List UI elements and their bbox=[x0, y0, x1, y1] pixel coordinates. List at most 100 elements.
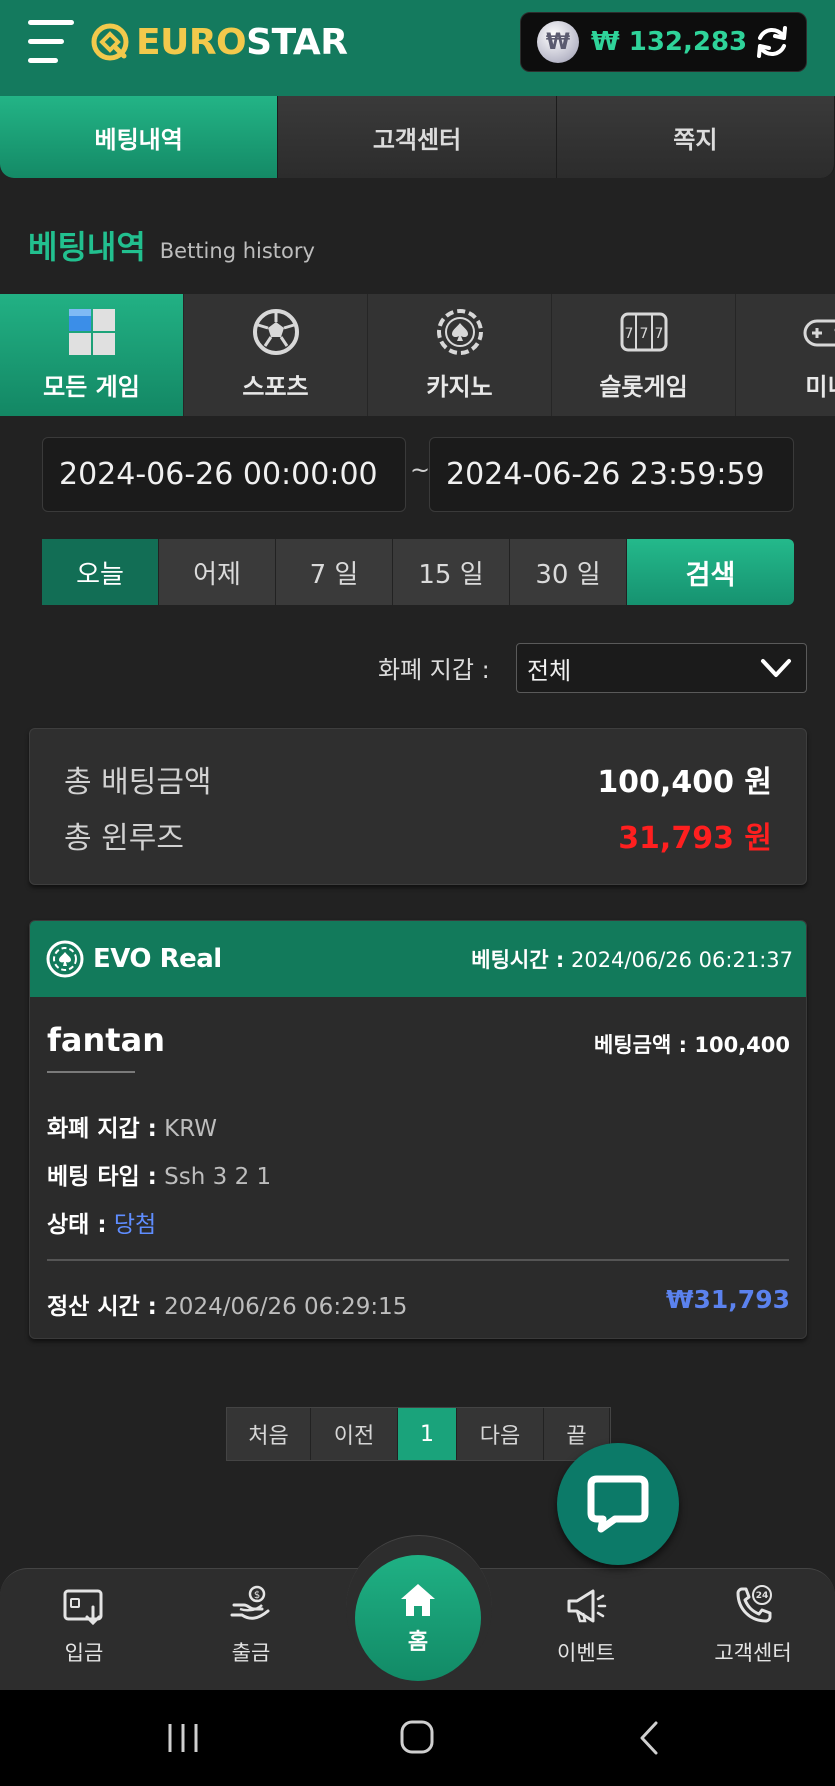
app-header: EUROSTAR ₩ ₩ 132,283 bbox=[0, 0, 835, 96]
nav-withdraw-label: 출금 bbox=[231, 1641, 271, 1665]
settle-time-value: 2024/06/26 06:29:15 bbox=[164, 1294, 408, 1320]
support-phone-icon: 24 bbox=[736, 1585, 772, 1623]
currency-select[interactable]: 전체 bbox=[516, 643, 807, 693]
payout-amount: ₩31,793 bbox=[665, 1285, 790, 1314]
chevron-down-icon bbox=[761, 659, 791, 677]
bet-amount: 베팅금액 : 100,400 bbox=[594, 1029, 790, 1059]
nav-withdraw[interactable]: $ 출금 bbox=[181, 1583, 321, 1673]
nav-deposit[interactable]: 입금 bbox=[14, 1583, 154, 1673]
total-bet-value: 100,400 원 bbox=[597, 765, 772, 800]
game-tab-slots[interactable]: 7 7 7 슬롯게임 bbox=[552, 294, 736, 416]
page-1-button[interactable]: 1 bbox=[398, 1408, 457, 1460]
date-from-input[interactable]: 2024-06-26 00:00:00 bbox=[42, 437, 406, 512]
eurostar-logo[interactable]: EUROSTAR bbox=[90, 18, 348, 66]
svg-text:7: 7 bbox=[654, 326, 663, 342]
date-to-input[interactable]: 2024-06-26 23:59:59 bbox=[429, 437, 794, 512]
game-name-underline bbox=[47, 1071, 135, 1073]
megaphone-icon bbox=[567, 1589, 607, 1623]
bet-game-name: fantan bbox=[47, 1021, 165, 1059]
page-title-en: Betting history bbox=[159, 239, 315, 263]
tab-customer-center[interactable]: 고객센터 bbox=[278, 96, 557, 178]
bet-currency-value: KRW bbox=[164, 1116, 218, 1142]
bet-provider: EVO Real bbox=[93, 944, 222, 974]
period-15days-button[interactable]: 15 일 bbox=[393, 539, 509, 605]
total-winloss-row: 총 윈루즈 31,793 원 bbox=[64, 813, 772, 857]
bet-time-value: 2024/06/26 06:21:37 bbox=[570, 948, 793, 972]
cubes-icon bbox=[68, 309, 115, 355]
tab-betting-history[interactable]: 베팅내역 bbox=[0, 96, 279, 178]
bet-type: 베팅 타입 : Ssh 3 2 1 bbox=[47, 1157, 271, 1191]
game-tab-casino[interactable]: 카지노 bbox=[368, 294, 552, 416]
android-home-icon[interactable] bbox=[399, 1719, 435, 1755]
pagination: 처음 이전 1 다음 끝 bbox=[226, 1407, 611, 1461]
game-tab-label: 모든 게임 bbox=[43, 373, 140, 401]
page-next-button[interactable]: 다음 bbox=[457, 1408, 544, 1460]
nav-event[interactable]: 이벤트 bbox=[516, 1583, 656, 1673]
nav-support[interactable]: 24 고객센터 bbox=[683, 1583, 823, 1673]
date-range-separator: ~ bbox=[410, 456, 431, 484]
menu-icon[interactable] bbox=[28, 20, 74, 64]
period-buttons: 오늘 어제 7 일 15 일 30 일 검색 bbox=[42, 539, 794, 605]
won-coin-icon: ₩ bbox=[537, 21, 579, 63]
back-icon[interactable] bbox=[636, 1720, 664, 1756]
bet-status-value: 당첨 bbox=[113, 1212, 157, 1238]
casino-chip-icon bbox=[436, 309, 483, 355]
game-tab-label: 슬롯게임 bbox=[599, 373, 688, 401]
nav-home-label: 홈 bbox=[407, 1630, 429, 1655]
nav-support-label: 고객센터 bbox=[714, 1641, 792, 1665]
chat-bubble-icon bbox=[587, 1475, 649, 1533]
nav-home[interactable]: 홈 bbox=[355, 1555, 481, 1681]
page-prev-button[interactable]: 이전 bbox=[311, 1408, 398, 1460]
settle-time: 정산 시간 : 2024/06/26 06:29:15 bbox=[47, 1287, 407, 1321]
bet-amount-label: 베팅금액 : bbox=[594, 1033, 688, 1057]
card-divider bbox=[47, 1259, 789, 1261]
page-first-button[interactable]: 처음 bbox=[227, 1408, 311, 1460]
top-tabs: 베팅내역 고객센터 쪽지 bbox=[0, 96, 835, 178]
wallet-balance: ₩ 132,283 bbox=[591, 27, 748, 57]
summary-box: 총 배팅금액 100,400 원 총 윈루즈 31,793 원 bbox=[29, 728, 807, 885]
slot-machine-icon: 7 7 7 bbox=[620, 312, 667, 352]
game-tab-sports[interactable]: 스포츠 bbox=[184, 294, 368, 416]
svg-text:7: 7 bbox=[624, 326, 633, 342]
page-title: 베팅내역 Betting history bbox=[28, 222, 315, 268]
bet-status-label: 상태 : bbox=[47, 1212, 107, 1238]
bet-record-card: EVO Real 베팅시간 : 2024/06/26 06:21:37 fant… bbox=[29, 920, 807, 1339]
game-tab-all[interactable]: 모든 게임 bbox=[0, 294, 184, 416]
period-yesterday-button[interactable]: 어제 bbox=[159, 539, 275, 605]
period-today-button[interactable]: 오늘 bbox=[42, 539, 158, 605]
game-tab-label: 미니 bbox=[805, 373, 835, 401]
settle-time-label: 정산 시간 : bbox=[47, 1294, 157, 1320]
refresh-icon[interactable] bbox=[752, 22, 792, 62]
period-7days-button[interactable]: 7 일 bbox=[276, 539, 392, 605]
currency-select-value: 전체 bbox=[527, 656, 572, 685]
svg-text:7: 7 bbox=[639, 326, 648, 342]
soccer-ball-icon bbox=[252, 309, 299, 355]
logo-text-euro: EURO bbox=[136, 21, 247, 63]
bet-status: 상태 : 당첨 bbox=[47, 1205, 156, 1239]
logo-text-star: STAR bbox=[246, 21, 348, 63]
page-title-ko: 베팅내역 bbox=[28, 228, 146, 266]
bet-type-label: 베팅 타입 : bbox=[47, 1164, 157, 1190]
recent-apps-icon[interactable] bbox=[165, 1722, 201, 1754]
withdraw-icon: $ bbox=[230, 1585, 270, 1620]
svg-text:$: $ bbox=[254, 1590, 260, 1601]
logo-text: EUROSTAR bbox=[136, 21, 348, 63]
nav-deposit-label: 입금 bbox=[64, 1641, 104, 1665]
live-chat-button[interactable] bbox=[557, 1443, 679, 1565]
search-button[interactable]: 검색 bbox=[627, 539, 794, 605]
bet-amount-value: 100,400 bbox=[694, 1033, 790, 1057]
period-30days-button[interactable]: 30 일 bbox=[510, 539, 626, 605]
nav-event-label: 이벤트 bbox=[557, 1641, 615, 1665]
bet-currency: 화폐 지갑 : KRW bbox=[47, 1109, 217, 1143]
game-category-tabs: 모든 게임 스포츠 카지노 7 7 7 슬롯게임 미 bbox=[0, 294, 835, 416]
total-winloss-value: 31,793 원 bbox=[618, 821, 772, 856]
game-tab-label: 카지노 bbox=[426, 373, 493, 401]
bet-type-value: Ssh 3 2 1 bbox=[164, 1164, 272, 1190]
game-tab-label: 스포츠 bbox=[242, 373, 309, 401]
total-winloss-label: 총 윈루즈 bbox=[64, 821, 184, 856]
tab-messages[interactable]: 쪽지 bbox=[556, 96, 835, 178]
support-badge-text: 24 bbox=[756, 1591, 769, 1601]
game-tab-mini[interactable]: 미니 bbox=[736, 294, 835, 416]
casino-chip-icon bbox=[46, 940, 84, 978]
home-icon bbox=[401, 1584, 435, 1616]
